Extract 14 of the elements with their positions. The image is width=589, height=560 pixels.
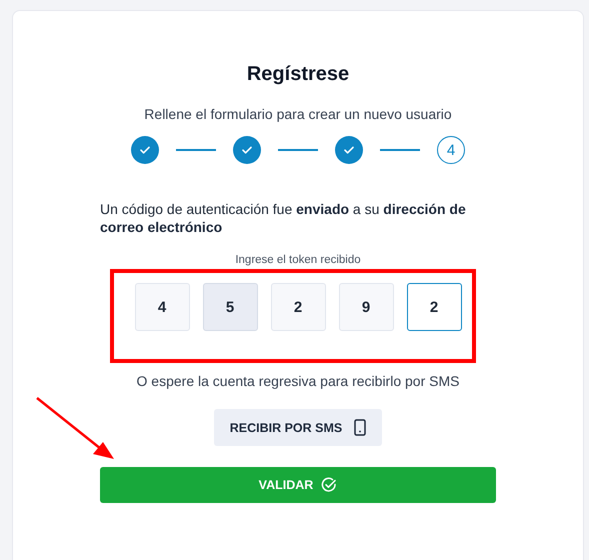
token-digit-field[interactable]: 5 [202, 283, 258, 331]
page-title: Regístrese [246, 63, 350, 86]
check-circle-icon [321, 477, 338, 493]
token-digit-field[interactable]: 9 [338, 283, 394, 331]
token-digit-field[interactable]: 2 [270, 283, 326, 331]
sms-button[interactable]: RECIBIR POR SMS [214, 409, 382, 446]
token-label: Ingrese el token recibido [235, 254, 361, 266]
phone-icon [354, 419, 366, 436]
token-digit-field[interactable]: 4 [134, 283, 190, 331]
info-message: Un código de autenticación fue enviado a su dirección de correo electrónico [100, 200, 467, 236]
step-number: 4 [437, 136, 465, 164]
countdown-text: O espere la cuenta regresiva para recibirlo por SMS [136, 373, 460, 389]
subtitle: Rellene el formulario para crear un nuevo usuario [144, 106, 452, 122]
token-digit-field[interactable]: 2 [406, 283, 462, 331]
